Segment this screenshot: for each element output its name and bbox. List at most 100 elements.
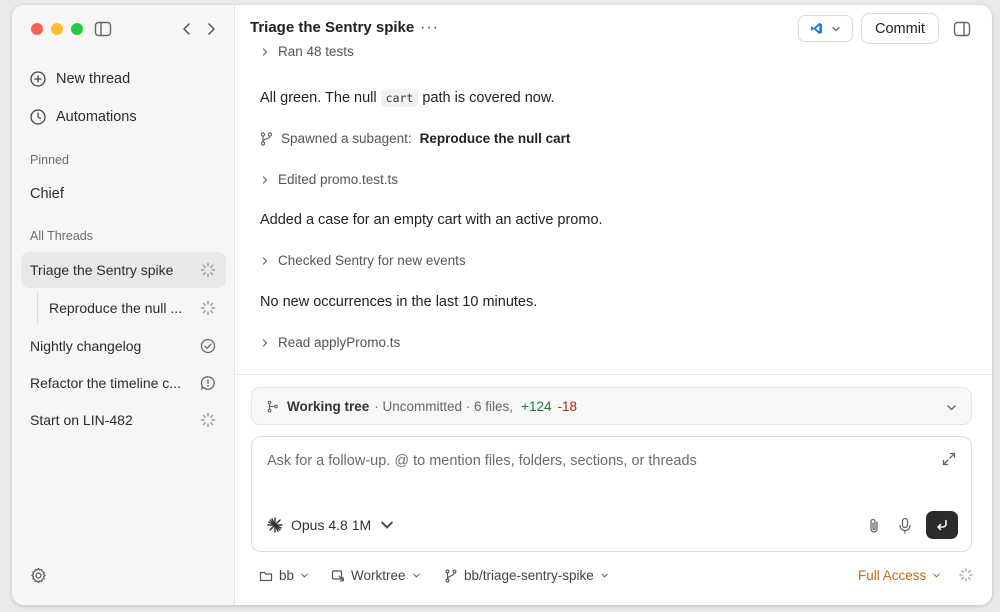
model-selector[interactable]: Opus 4.8 1M xyxy=(267,517,395,533)
chevron-right-icon xyxy=(262,47,268,56)
thread-label: Nightly changelog xyxy=(30,338,142,354)
zoom-window-button[interactable] xyxy=(71,23,83,35)
worktree-icon xyxy=(331,569,345,582)
settings-gear-icon[interactable] xyxy=(30,567,47,584)
composer-input[interactable]: Ask for a follow-up. @ to mention files,… xyxy=(267,453,697,469)
close-window-button[interactable] xyxy=(31,23,43,35)
footer-bar: bb Worktree bb/triage-sentry-spike Full … xyxy=(235,565,992,589)
model-label: Opus 4.8 1M xyxy=(291,517,372,533)
chevron-right-icon xyxy=(262,175,268,184)
new-thread-label: New thread xyxy=(56,71,131,87)
chevron-down-icon[interactable] xyxy=(946,402,957,413)
folder-icon xyxy=(259,571,273,581)
inline-code: cart xyxy=(380,89,419,107)
activity-label: Ran 48 tests xyxy=(278,45,354,59)
paperclip-icon[interactable] xyxy=(866,517,882,535)
branch-selector[interactable]: bb/triage-sentry-spike xyxy=(444,568,609,583)
activity-read-file[interactable]: Read applyPromo.ts xyxy=(260,335,400,350)
activity-spawned-subagent[interactable]: Spawned a subagent: Reproduce the null c… xyxy=(260,131,570,146)
deletions-count: -18 xyxy=(557,398,577,414)
app-window: New thread Automations Pinned Chief All … xyxy=(12,5,992,605)
activity-label: Edited promo.test.ts xyxy=(278,172,399,187)
chevron-down-icon xyxy=(301,573,308,578)
sidebar: New thread Automations Pinned Chief All … xyxy=(12,5,235,605)
window-controls xyxy=(31,23,83,35)
back-arrow-icon[interactable] xyxy=(180,20,194,38)
divider xyxy=(235,374,992,375)
access-level-selector[interactable]: Full Access xyxy=(858,568,941,583)
chevron-down-icon xyxy=(601,573,608,578)
worktree-label: Worktree xyxy=(351,568,406,583)
loading-spinner-icon xyxy=(200,262,216,278)
automations-button[interactable]: Automations xyxy=(30,109,137,125)
chevron-right-icon xyxy=(262,256,268,265)
clock-icon xyxy=(30,109,46,125)
thread-item-triage[interactable]: Triage the Sentry spike xyxy=(21,252,226,288)
working-tree-title: Working tree xyxy=(287,398,370,414)
automations-label: Automations xyxy=(56,109,137,125)
thread-item-refactor-timeline[interactable]: Refactor the timeline c... xyxy=(21,365,226,401)
activity-edited-file[interactable]: Edited promo.test.ts xyxy=(260,172,398,187)
access-label: Full Access xyxy=(858,568,927,583)
activity-label: Read applyPromo.ts xyxy=(278,335,401,350)
pinned-item-chief[interactable]: Chief xyxy=(30,186,64,202)
main-panel: Triage the Sentry spike ··· Commit Ran 4… xyxy=(235,5,992,605)
minimize-window-button[interactable] xyxy=(51,23,63,35)
subagent-name[interactable]: Reproduce the null cart xyxy=(420,131,571,146)
sparkle-starburst-icon xyxy=(267,517,283,533)
message-text: path is covered now. xyxy=(418,90,555,106)
thread-title: Triage the Sentry spike xyxy=(250,19,415,36)
history-nav xyxy=(180,20,218,38)
activity-label: Checked Sentry for new events xyxy=(278,253,466,268)
thread-label: Reproduce the null ... xyxy=(49,300,183,316)
pinned-heading: Pinned xyxy=(30,153,69,167)
transcript: Ran 48 tests All green. The null cart pa… xyxy=(235,45,992,373)
forward-arrow-icon[interactable] xyxy=(204,20,218,38)
branch-label: bb/triage-sentry-spike xyxy=(464,568,594,583)
additions-count: +124 xyxy=(521,398,552,414)
chevron-down-icon xyxy=(381,521,393,529)
chevron-down-icon xyxy=(832,26,840,31)
commit-button[interactable]: Commit xyxy=(861,13,939,44)
working-tree-bar[interactable]: Working tree · Uncommitted · 6 files, +1… xyxy=(251,387,972,425)
sidebar-toggle-icon[interactable] xyxy=(94,20,112,38)
activity-checked-sentry[interactable]: Checked Sentry for new events xyxy=(260,253,466,268)
composer[interactable]: Ask for a follow-up. @ to mention files,… xyxy=(251,436,972,552)
check-circle-icon xyxy=(200,338,216,354)
working-tree-status: · Uncommitted · 6 files, xyxy=(374,398,514,414)
vscode-icon xyxy=(810,22,823,35)
folder-selector[interactable]: bb xyxy=(259,568,309,583)
thread-label: Triage the Sentry spike xyxy=(30,262,174,278)
loading-spinner-icon xyxy=(200,300,216,316)
right-panel-toggle-icon[interactable] xyxy=(953,20,971,38)
thread-label: Refactor the timeline c... xyxy=(30,375,181,391)
thread-item-reproduce[interactable]: Reproduce the null ... xyxy=(37,290,226,326)
microphone-icon[interactable] xyxy=(897,517,913,535)
assistant-message: All green. The null cart path is covered… xyxy=(260,89,555,107)
worktree-selector[interactable]: Worktree xyxy=(331,568,421,583)
message-text: All green. The null xyxy=(260,90,381,106)
assistant-message: Added a case for an empty cart with an a… xyxy=(260,212,603,228)
status-indicator xyxy=(959,568,973,582)
chat-bubble-icon xyxy=(200,376,215,390)
assistant-message: No new occurrences in the last 10 minute… xyxy=(260,294,538,310)
send-button[interactable] xyxy=(926,511,958,539)
send-arrow-icon xyxy=(937,519,947,531)
thread-item-lin-482[interactable]: Start on LIN-482 xyxy=(21,402,226,438)
plus-circle-icon xyxy=(30,71,46,87)
loading-spinner-icon xyxy=(959,568,973,582)
chevron-right-icon xyxy=(262,338,268,347)
activity-ran-tests[interactable]: Ran 48 tests xyxy=(260,45,354,59)
thread-item-nightly-changelog[interactable]: Nightly changelog xyxy=(21,328,226,364)
more-options-button[interactable]: ··· xyxy=(420,19,439,37)
new-thread-button[interactable]: New thread xyxy=(30,71,130,87)
activity-label: Spawned a subagent: xyxy=(281,131,412,146)
git-branch-icon xyxy=(445,569,457,582)
chevron-down-icon xyxy=(933,573,941,578)
folder-label: bb xyxy=(279,568,295,583)
thread-label: Start on LIN-482 xyxy=(30,412,133,428)
expand-icon[interactable] xyxy=(941,451,957,467)
chevron-down-icon xyxy=(412,573,420,578)
open-in-editor-button[interactable] xyxy=(798,15,853,42)
all-threads-heading: All Threads xyxy=(30,229,93,243)
